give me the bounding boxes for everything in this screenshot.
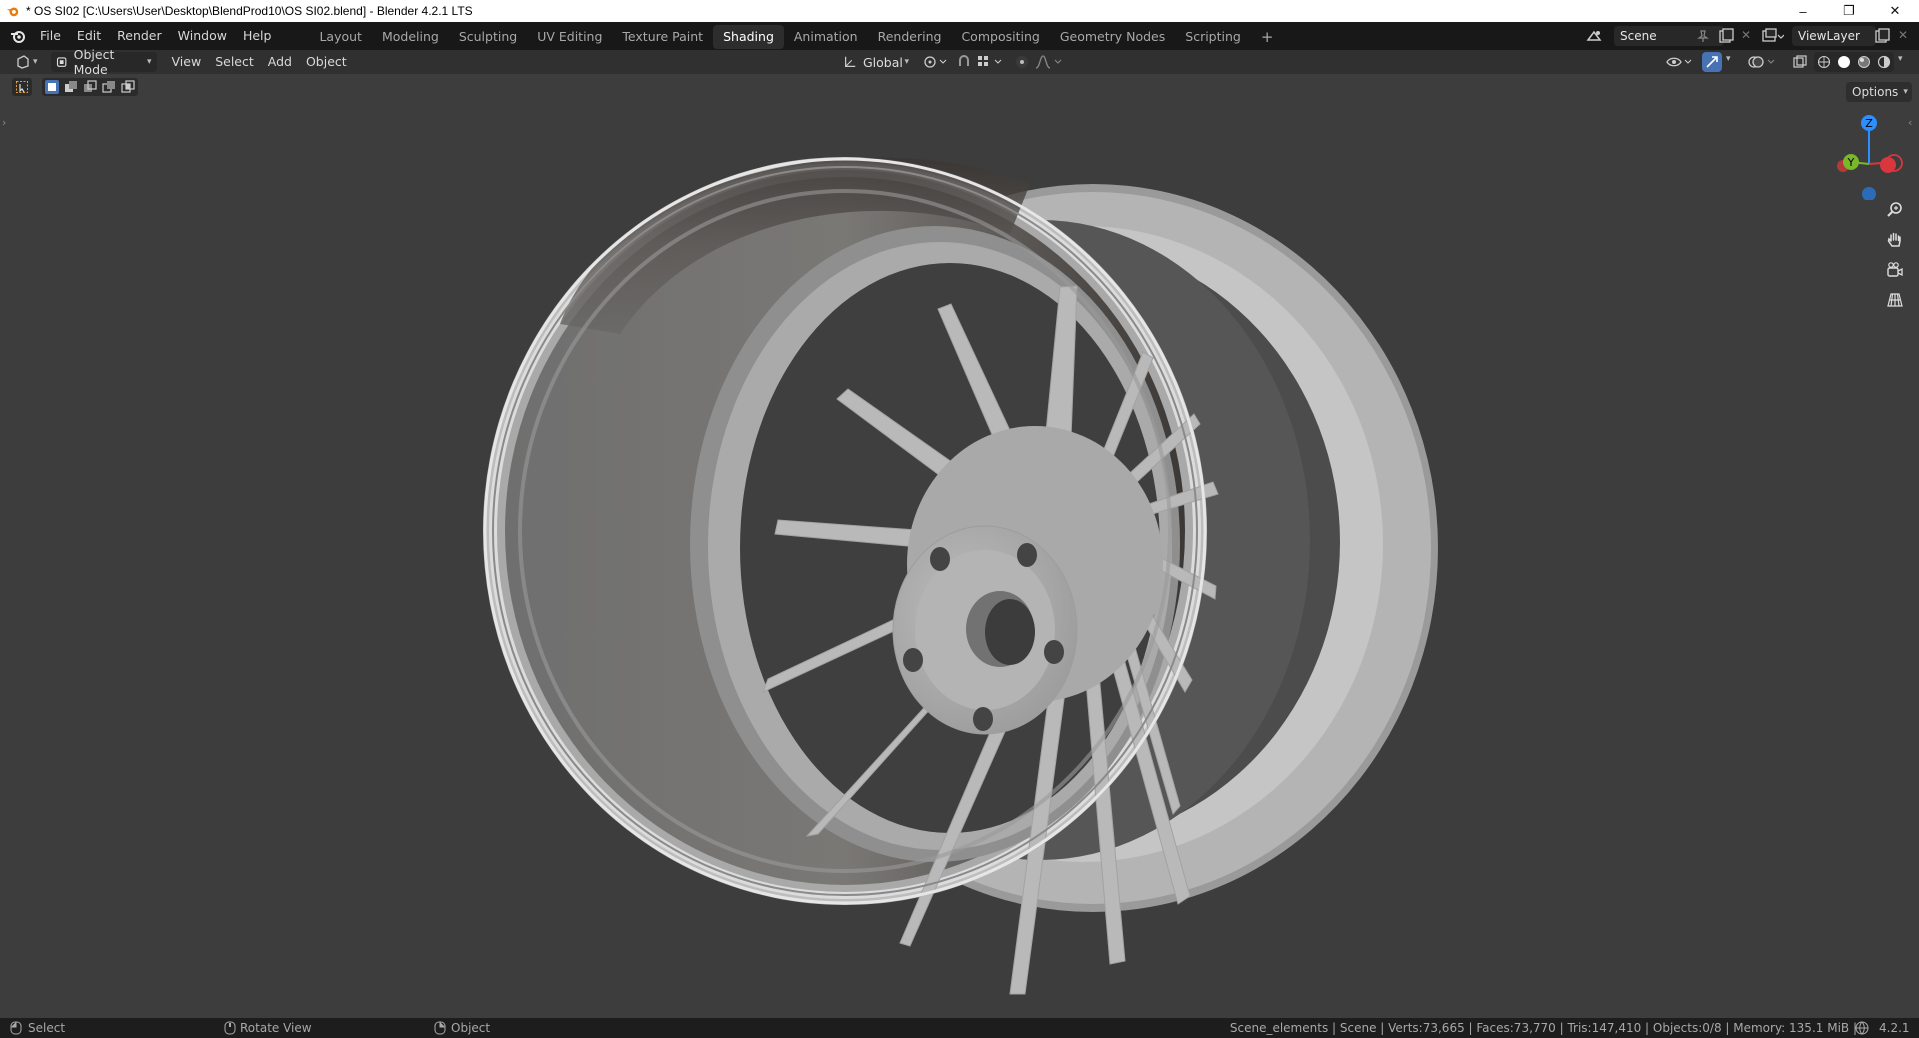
pin-icon[interactable] bbox=[1696, 29, 1710, 43]
menu-object[interactable]: Object bbox=[299, 52, 354, 72]
solid-shading-icon[interactable] bbox=[1837, 55, 1851, 69]
chevron-down-icon[interactable]: ▾ bbox=[1726, 54, 1731, 64]
view-layer-name: ViewLayer bbox=[1798, 29, 1860, 43]
3d-viewport-icon bbox=[17, 55, 29, 69]
tab-texture-paint[interactable]: Texture Paint bbox=[612, 25, 713, 49]
chevron-down-icon: ▾ bbox=[33, 57, 38, 67]
menu-help[interactable]: Help bbox=[235, 22, 280, 50]
new-scene-icon[interactable] bbox=[1718, 28, 1734, 44]
add-workspace-button[interactable]: + bbox=[1251, 25, 1284, 49]
tab-uv-editing[interactable]: UV Editing bbox=[527, 25, 612, 49]
chevron-down-icon: ▾ bbox=[147, 57, 152, 67]
tab-rendering[interactable]: Rendering bbox=[868, 25, 952, 49]
gizmo-icon bbox=[1706, 56, 1718, 68]
status-rotate-view: Rotate View bbox=[240, 1021, 312, 1035]
mode-selector[interactable]: Object Mode ▾ bbox=[50, 47, 157, 77]
minimize-button[interactable]: – bbox=[1780, 0, 1826, 22]
statusbar: Select Rotate View Object Scene_elements… bbox=[0, 1018, 1919, 1038]
scene-name: Scene bbox=[1620, 29, 1657, 43]
xray-icon[interactable] bbox=[1792, 54, 1808, 70]
proportional-falloff-icon[interactable] bbox=[1034, 54, 1064, 70]
menu-file[interactable]: File bbox=[32, 22, 69, 50]
tab-scripting[interactable]: Scripting bbox=[1175, 25, 1251, 49]
remove-view-layer-icon[interactable]: ✕ bbox=[1898, 28, 1908, 42]
rendered-shading-icon[interactable] bbox=[1877, 55, 1891, 69]
transform-orientation[interactable]: Global ▾ bbox=[838, 52, 914, 72]
view-layer-field[interactable]: ViewLayer bbox=[1792, 26, 1876, 46]
menu-edit[interactable]: Edit bbox=[69, 22, 109, 50]
material-preview-icon[interactable] bbox=[1857, 55, 1871, 69]
viewport-header: ▾ Object Mode ▾ View Select Add Object G… bbox=[0, 47, 1919, 77]
tab-modeling[interactable]: Modeling bbox=[372, 25, 449, 49]
scene-icon[interactable] bbox=[1586, 28, 1604, 44]
menu-render[interactable]: Render bbox=[109, 22, 170, 50]
chevron-down-icon[interactable]: ▾ bbox=[1898, 54, 1903, 64]
window-title: * OS SI02 [C:\Users\User\Desktop\BlendPr… bbox=[26, 4, 473, 18]
tab-layout[interactable]: Layout bbox=[309, 25, 372, 49]
snap-icon[interactable] bbox=[956, 54, 972, 70]
tab-geometry-nodes[interactable]: Geometry Nodes bbox=[1050, 25, 1175, 49]
view-layer-icon[interactable] bbox=[1762, 28, 1784, 44]
mouse-middle-icon bbox=[224, 1021, 236, 1035]
new-view-layer-icon[interactable] bbox=[1874, 28, 1890, 44]
editor-type-button[interactable]: ▾ bbox=[10, 52, 43, 72]
overlays-icon[interactable] bbox=[1748, 54, 1778, 70]
shading-mode-group bbox=[1814, 52, 1894, 72]
mode-label: Object Mode bbox=[73, 47, 115, 77]
orientation-label: Global bbox=[863, 54, 903, 70]
close-button[interactable]: ✕ bbox=[1872, 0, 1918, 22]
chevron-down-icon: ▾ bbox=[904, 57, 909, 67]
blender-version: 4.2.1 bbox=[1879, 1021, 1910, 1035]
tab-sculpting[interactable]: Sculpting bbox=[449, 25, 527, 49]
remove-scene-icon[interactable]: ✕ bbox=[1741, 28, 1751, 42]
orientation-global-icon bbox=[845, 56, 856, 67]
tab-shading[interactable]: Shading bbox=[713, 25, 784, 49]
window-titlebar: * OS SI02 [C:\Users\User\Desktop\BlendPr… bbox=[0, 0, 1919, 22]
wheel-model[interactable] bbox=[0, 74, 1919, 1018]
object-mode-icon bbox=[56, 56, 66, 67]
3d-viewport[interactable]: › ‹ Options ▾ Y Z bbox=[0, 74, 1919, 1018]
blender-app-icon bbox=[6, 7, 19, 17]
status-select: Select bbox=[28, 1021, 66, 1035]
menu-view[interactable]: View bbox=[165, 52, 209, 72]
topbar: File Edit Render Window Help Layout Mode… bbox=[0, 22, 1919, 50]
network-icon bbox=[1855, 1021, 1869, 1035]
status-object: Object bbox=[451, 1021, 491, 1035]
visibility-icon[interactable] bbox=[1666, 54, 1694, 70]
gizmo-toggle-button[interactable] bbox=[1702, 52, 1722, 72]
menu-window[interactable]: Window bbox=[170, 22, 235, 50]
mouse-right-icon bbox=[434, 1021, 446, 1035]
maximize-button[interactable]: ❐ bbox=[1826, 0, 1872, 22]
tab-animation[interactable]: Animation bbox=[784, 25, 868, 49]
tab-compositing[interactable]: Compositing bbox=[951, 25, 1049, 49]
mouse-left-icon bbox=[10, 1021, 22, 1035]
menu-select[interactable]: Select bbox=[208, 52, 261, 72]
scene-statistics: Scene_elements | Scene | Verts:73,665 | … bbox=[1229, 1021, 1857, 1035]
wireframe-shading-icon[interactable] bbox=[1817, 55, 1831, 69]
proportional-editing-icon[interactable] bbox=[1014, 54, 1030, 70]
pivot-point-icon[interactable] bbox=[922, 54, 948, 70]
blender-logo-icon[interactable] bbox=[10, 28, 26, 44]
snap-target-icon[interactable] bbox=[976, 54, 1004, 70]
menu-add[interactable]: Add bbox=[261, 52, 299, 72]
